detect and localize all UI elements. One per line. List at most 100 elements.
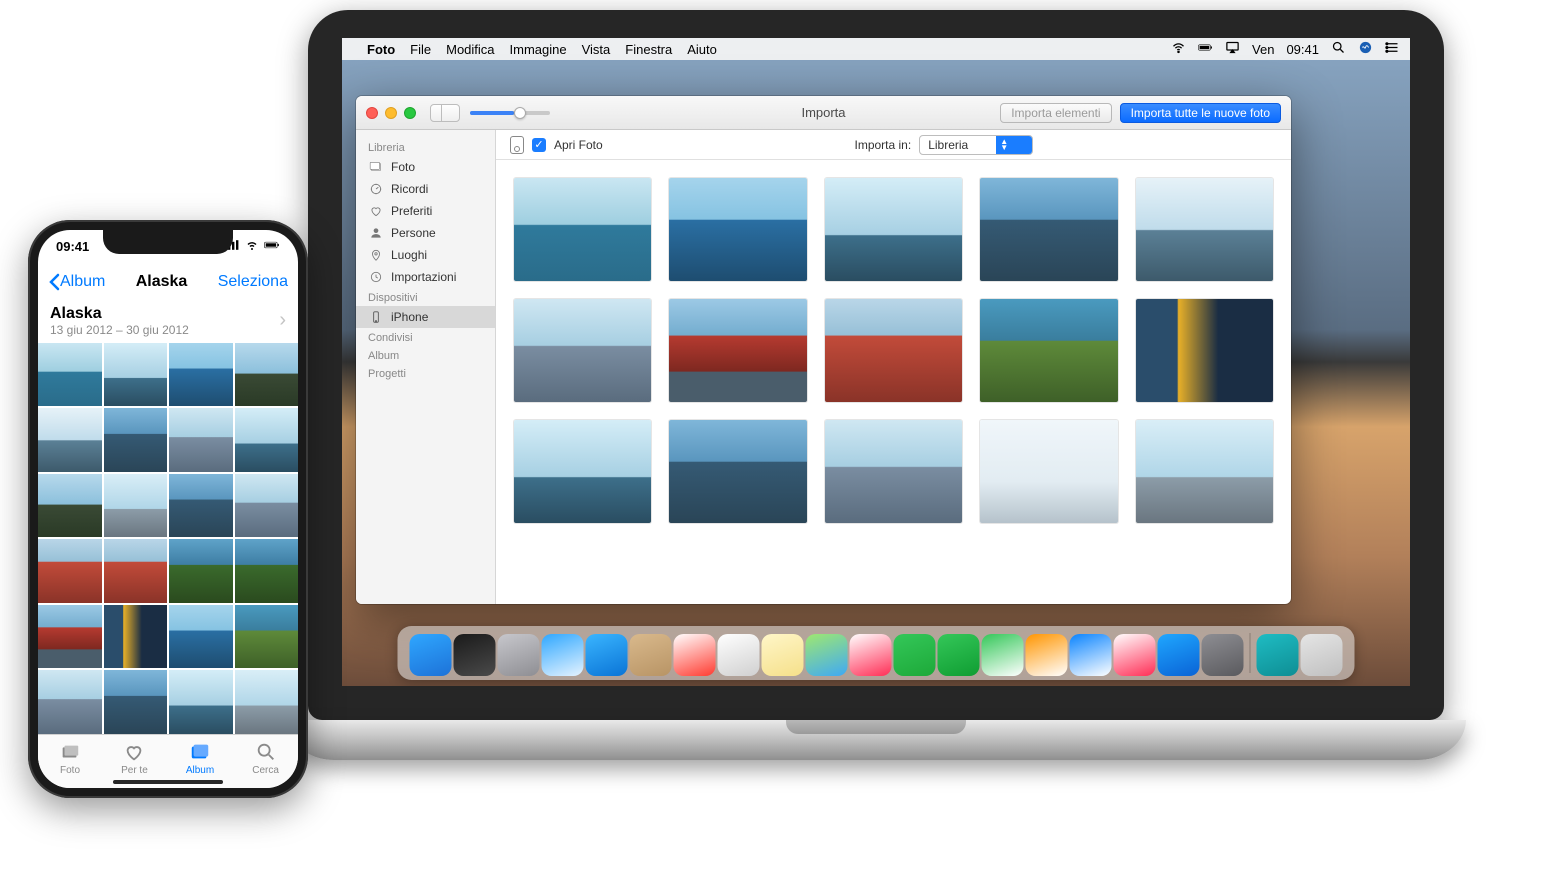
iphone-album-header[interactable]: Alaska 13 giu 2012 – 30 giu 2012 › — [38, 301, 298, 343]
wifi-icon[interactable] — [1171, 40, 1186, 58]
iphone-photo-thumbnail[interactable] — [235, 408, 299, 472]
dock-app-preferences[interactable] — [1202, 634, 1244, 676]
sidebar-item-places[interactable]: Luoghi — [356, 244, 495, 266]
import-thumbnail[interactable] — [514, 178, 651, 281]
dock-app-itunes[interactable] — [1114, 634, 1156, 676]
iphone-photo-thumbnail[interactable] — [235, 343, 299, 407]
thumbnail-zoom-slider[interactable] — [470, 111, 550, 115]
dock-app-messages[interactable] — [894, 634, 936, 676]
sidebar-item-photos[interactable]: Foto — [356, 156, 495, 178]
dock-app-launchpad[interactable] — [498, 634, 540, 676]
iphone-photo-thumbnail[interactable] — [38, 474, 102, 538]
dock-app-calendar[interactable] — [674, 634, 716, 676]
iphone-photo-thumbnail[interactable] — [169, 474, 233, 538]
airplay-icon[interactable] — [1225, 40, 1240, 58]
dock-app-safari[interactable] — [542, 634, 584, 676]
sidebar-section-projects[interactable]: Progetti — [356, 364, 495, 382]
iphone-photo-thumbnail[interactable] — [104, 408, 168, 472]
dock-app-pages[interactable] — [1026, 634, 1068, 676]
import-thumbnail[interactable] — [1136, 299, 1273, 402]
import-all-new-button[interactable]: Importa tutte le nuove foto — [1120, 103, 1281, 123]
iphone-photo-thumbnail[interactable] — [104, 670, 168, 734]
dock-app-reminders[interactable] — [718, 634, 760, 676]
sidebar-toggle-button[interactable] — [430, 104, 460, 122]
menubar-app-name[interactable]: Foto — [367, 42, 395, 57]
import-thumbnail[interactable] — [669, 420, 806, 523]
dock-app-facetime[interactable] — [938, 634, 980, 676]
iphone-photo-thumbnail[interactable] — [169, 670, 233, 734]
sidebar-item-iphone[interactable]: iPhone — [356, 306, 495, 328]
import-thumbnail[interactable] — [514, 420, 651, 523]
window-close-button[interactable] — [366, 107, 378, 119]
menubar-day[interactable]: Ven — [1252, 42, 1274, 57]
iphone-photo-thumbnail[interactable] — [169, 408, 233, 472]
dock-app-finder[interactable] — [410, 634, 452, 676]
iphone-photo-thumbnail[interactable] — [38, 408, 102, 472]
dock-app-siri[interactable] — [454, 634, 496, 676]
import-thumbnail[interactable] — [980, 178, 1117, 281]
iphone-photo-thumbnail[interactable] — [169, 605, 233, 669]
sidebar-item-imports[interactable]: Importazioni — [356, 266, 495, 288]
battery-icon[interactable] — [1198, 40, 1213, 58]
iphone-photo-thumbnail[interactable] — [169, 343, 233, 407]
import-thumbnail[interactable] — [825, 420, 962, 523]
iphone-photo-thumbnail[interactable] — [104, 343, 168, 407]
open-photos-checkbox[interactable]: ✓ — [532, 138, 546, 152]
dock-app-contacts[interactable] — [630, 634, 672, 676]
iphone-photo-thumbnail[interactable] — [38, 605, 102, 669]
import-thumbnail[interactable] — [1136, 178, 1273, 281]
menu-help[interactable]: Aiuto — [687, 42, 717, 57]
home-indicator[interactable] — [113, 780, 223, 784]
iphone-photo-thumbnail[interactable] — [169, 539, 233, 603]
sidebar-item-favorites[interactable]: Preferiti — [356, 200, 495, 222]
import-thumbnail[interactable] — [1136, 420, 1273, 523]
import-thumbnail[interactable] — [825, 178, 962, 281]
window-minimize-button[interactable] — [385, 107, 397, 119]
spotlight-icon[interactable] — [1331, 40, 1346, 58]
iphone-photo-thumbnail[interactable] — [104, 539, 168, 603]
import-thumbnail[interactable] — [669, 299, 806, 402]
iphone-photo-thumbnail[interactable] — [38, 343, 102, 407]
dock-app-mail[interactable] — [586, 634, 628, 676]
dock-app-numbers[interactable] — [982, 634, 1024, 676]
dock-app-maps[interactable] — [806, 634, 848, 676]
import-thumbnail[interactable] — [825, 299, 962, 402]
dock-app-keynote[interactable] — [1070, 634, 1112, 676]
window-zoom-button[interactable] — [404, 107, 416, 119]
iphone-photo-thumbnail[interactable] — [235, 670, 299, 734]
tab-for-you[interactable]: Per te — [121, 741, 148, 776]
iphone-back-button[interactable]: Album — [48, 273, 105, 291]
tab-search[interactable]: Cerca — [252, 741, 279, 776]
dock-app-trash[interactable] — [1301, 634, 1343, 676]
menu-image[interactable]: Immagine — [510, 42, 567, 57]
menubar-time[interactable]: 09:41 — [1286, 42, 1319, 57]
iphone-photo-thumbnail[interactable] — [235, 474, 299, 538]
dock-app-photos[interactable] — [850, 634, 892, 676]
import-thumbnail[interactable] — [514, 299, 651, 402]
sidebar-item-memories[interactable]: Ricordi — [356, 178, 495, 200]
import-thumbnail[interactable] — [669, 178, 806, 281]
dock-app-notes[interactable] — [762, 634, 804, 676]
menu-file[interactable]: File — [410, 42, 431, 57]
menu-window[interactable]: Finestra — [625, 42, 672, 57]
menu-view[interactable]: Vista — [582, 42, 611, 57]
import-thumbnail[interactable] — [980, 420, 1117, 523]
sidebar-section-albums[interactable]: Album — [356, 346, 495, 364]
sidebar-item-people[interactable]: Persone — [356, 222, 495, 244]
iphone-photo-thumbnail[interactable] — [104, 474, 168, 538]
menu-edit[interactable]: Modifica — [446, 42, 494, 57]
import-destination-select[interactable]: Libreria ▲▼ — [919, 135, 1033, 155]
sidebar-section-shared[interactable]: Condivisi — [356, 328, 495, 346]
iphone-photo-thumbnail[interactable] — [235, 605, 299, 669]
import-selected-button[interactable]: Importa elementi — [1000, 103, 1111, 123]
tab-photos[interactable]: Foto — [57, 741, 83, 776]
iphone-select-button[interactable]: Seleziona — [218, 273, 288, 291]
iphone-photo-thumbnail[interactable] — [104, 605, 168, 669]
siri-icon[interactable] — [1358, 40, 1373, 58]
notification-center-icon[interactable] — [1385, 40, 1400, 58]
iphone-photo-thumbnail[interactable] — [235, 539, 299, 603]
iphone-photo-thumbnail[interactable] — [38, 539, 102, 603]
dock-app-appstore[interactable] — [1158, 634, 1200, 676]
iphone-photo-thumbnail[interactable] — [38, 670, 102, 734]
import-thumbnail[interactable] — [980, 299, 1117, 402]
